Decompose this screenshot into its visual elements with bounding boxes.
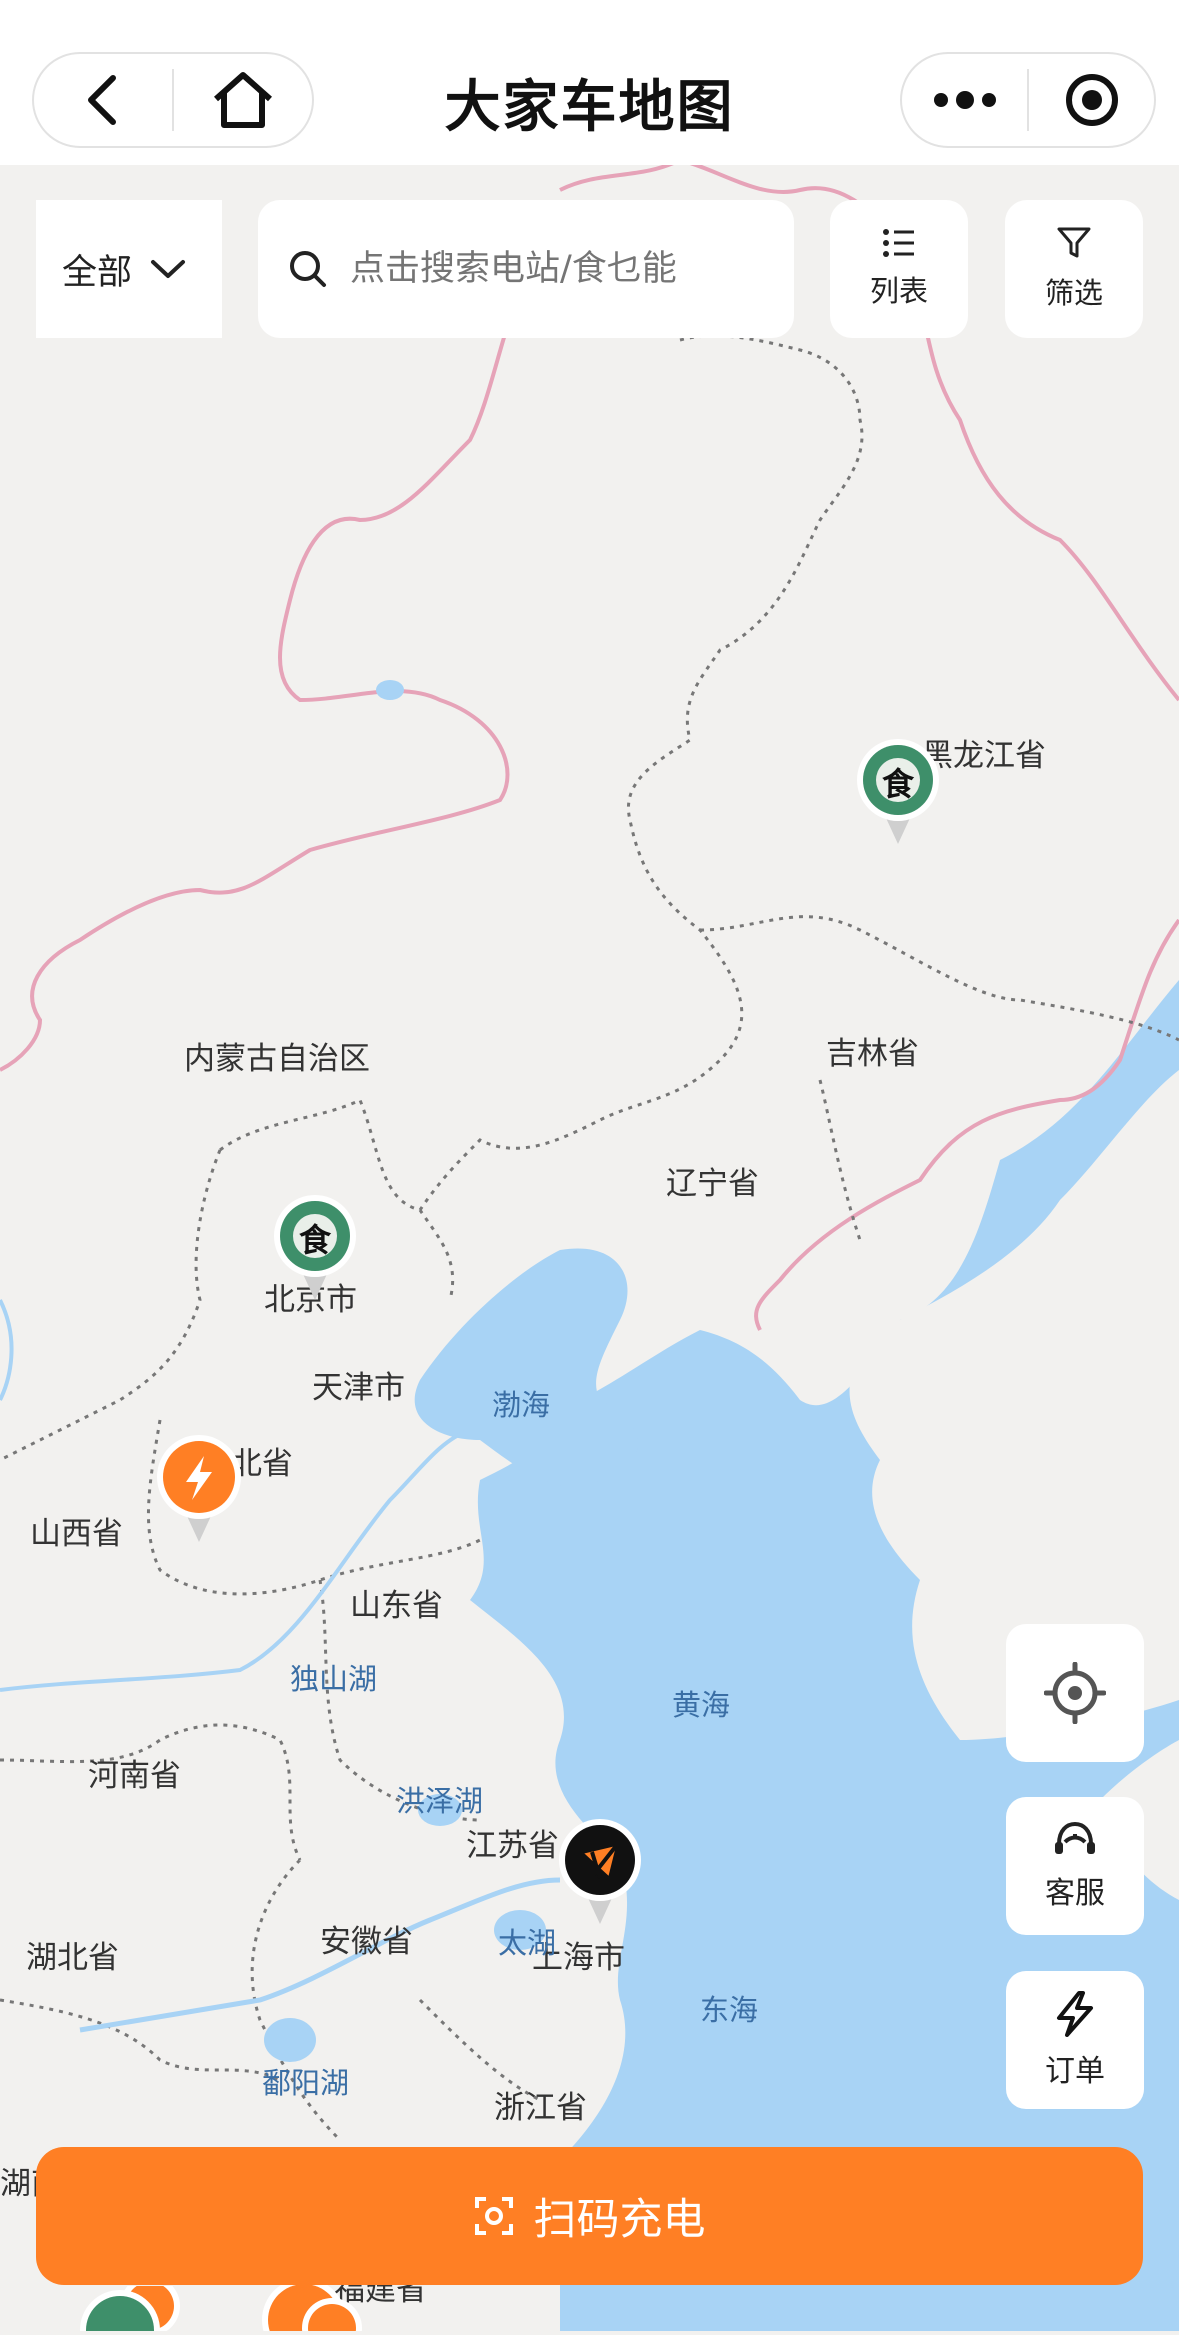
- lake-poyang: [264, 2018, 316, 2062]
- scan-charge-button[interactable]: 扫码充电: [36, 2147, 1143, 2285]
- map-label-zhejiang: 浙江省: [494, 2090, 587, 2126]
- map-label-poyanghu: 鄱阳湖: [262, 2066, 350, 2100]
- filter-funnel-icon: [1057, 227, 1091, 258]
- more-dots-icon: [933, 91, 996, 109]
- charging-pin-hebei[interactable]: [156, 1434, 242, 1550]
- scan-icon: [474, 2197, 513, 2235]
- map-label-heilongjiang: 黑龙江省: [922, 738, 1046, 774]
- map-label-donghai: 东海: [700, 1993, 759, 2027]
- orders-label: 订单: [1045, 2054, 1105, 2089]
- search-icon: [290, 251, 326, 287]
- lightning-icon: [1057, 1991, 1093, 2037]
- map-label-huanghai: 黄海: [672, 1688, 731, 1722]
- food-pin-icon: [80, 2276, 180, 2335]
- lake-hulun: [376, 680, 404, 700]
- food-pin-bottom[interactable]: [78, 2276, 208, 2335]
- nav-capsule-right: [900, 52, 1156, 148]
- map-label-jilin: 吉林省: [826, 1036, 919, 1072]
- map-label-hubei: 湖北省: [26, 1940, 119, 1976]
- map-view[interactable]: [0, 165, 1179, 2331]
- food-pin-glyph: 食: [299, 1221, 332, 1259]
- headset-icon: [1055, 1821, 1095, 1854]
- close-miniprogram-button[interactable]: [1029, 54, 1154, 146]
- locate-crosshair-icon: [1044, 1662, 1106, 1724]
- nav-bar: 大家车地图: [0, 0, 1179, 165]
- river-west: [0, 1299, 14, 1401]
- search-bar[interactable]: [258, 200, 794, 338]
- brand-pin-shanghai[interactable]: [558, 1818, 642, 1932]
- map-label-shandong: 山东省: [350, 1588, 443, 1624]
- lightning-pin-icon: [157, 1435, 241, 1542]
- locate-button[interactable]: [1006, 1624, 1144, 1762]
- map-label-neimenggu: 内蒙古自治区: [184, 1041, 370, 1077]
- filter-button[interactable]: 筛选: [1005, 200, 1143, 338]
- customer-service-button[interactable]: 客服: [1006, 1797, 1144, 1935]
- search-input[interactable]: [348, 248, 752, 290]
- scan-charge-label: 扫码充电: [533, 2195, 706, 2245]
- food-pin-glyph: 食: [882, 765, 915, 803]
- category-dropdown[interactable]: 全部: [36, 200, 222, 338]
- more-button[interactable]: [902, 54, 1027, 146]
- map-label-shanxi: 山西省: [30, 1516, 123, 1552]
- map-label-jiangsu: 江苏省: [466, 1828, 559, 1864]
- list-button[interactable]: 列表: [830, 200, 968, 338]
- map-label-liaoning: 辽宁省: [666, 1166, 759, 1202]
- map-canvas: [0, 165, 1179, 2331]
- orders-button[interactable]: 订单: [1006, 1971, 1144, 2109]
- customer-service-label: 客服: [1045, 1876, 1105, 1911]
- bohai-area: [414, 1248, 638, 1487]
- list-label: 列表: [869, 274, 928, 308]
- map-label-henan: 河南省: [88, 1758, 181, 1794]
- filter-label: 筛选: [1044, 276, 1103, 310]
- brand-pin-icon: [559, 1819, 641, 1924]
- map-label-tianjin: 天津市: [312, 1370, 405, 1406]
- category-label: 全部: [62, 252, 133, 293]
- map-label-taihu: 太湖: [498, 1926, 557, 1960]
- map-label-hongzehu: 洪泽湖: [396, 1784, 484, 1818]
- list-icon: [883, 229, 914, 257]
- map-label-dushanhu: 独山湖: [290, 1662, 378, 1696]
- map-label-bohai: 渤海: [492, 1388, 551, 1422]
- food-pin-heilongjiang[interactable]: 食: [856, 738, 940, 852]
- target-circle-icon: [1065, 74, 1118, 126]
- map-label-anhui: 安徽省: [320, 1924, 413, 1960]
- food-pin-beijing[interactable]: 食: [273, 1194, 357, 1308]
- chevron-down-icon: [151, 260, 186, 278]
